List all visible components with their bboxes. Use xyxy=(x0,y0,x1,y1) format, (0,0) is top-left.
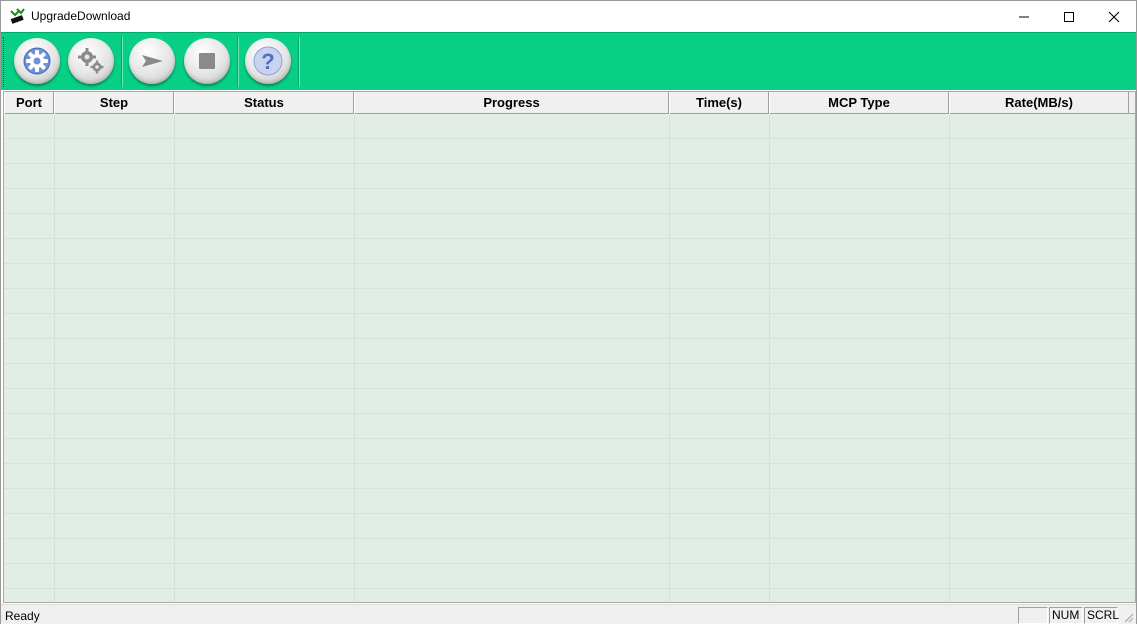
window-title: UpgradeDownload xyxy=(31,9,131,23)
help-icon: ? xyxy=(253,46,283,76)
column-header-mcp-type[interactable]: MCP Type xyxy=(769,92,949,114)
toolbar-separator xyxy=(237,37,239,87)
minimize-icon xyxy=(1019,16,1029,17)
minimize-button[interactable] xyxy=(1001,1,1047,32)
resize-grip-icon[interactable] xyxy=(1122,611,1134,623)
download-list[interactable]: Port Step Status Progress Time(s) MCP Ty… xyxy=(3,91,1136,603)
advanced-settings-button[interactable] xyxy=(68,38,114,84)
title-bar[interactable]: UpgradeDownload xyxy=(1,1,1136,32)
grid-column-line xyxy=(769,114,770,602)
grid-column-line xyxy=(949,114,950,602)
gears-icon xyxy=(78,48,104,74)
status-pane-scrl: SCRL xyxy=(1084,607,1119,624)
column-header-time[interactable]: Time(s) xyxy=(669,92,769,114)
gear-icon xyxy=(23,47,51,75)
start-button[interactable] xyxy=(129,38,175,84)
toolbar-grip[interactable] xyxy=(3,37,6,87)
help-button[interactable]: ? xyxy=(245,38,291,84)
stop-button[interactable] xyxy=(184,38,230,84)
settings-button[interactable] xyxy=(14,38,60,84)
column-header-step[interactable]: Step xyxy=(54,92,174,114)
toolbar-separator xyxy=(121,37,123,87)
status-bar: Ready NUM SCRL xyxy=(1,604,1136,624)
grid-column-line xyxy=(354,114,355,602)
close-icon xyxy=(1108,11,1120,22)
close-button[interactable] xyxy=(1091,1,1137,32)
status-text: Ready xyxy=(5,609,40,623)
maximize-icon xyxy=(1064,11,1074,22)
grid-column-line xyxy=(174,114,175,602)
play-icon xyxy=(142,55,163,67)
grid-column-line xyxy=(669,114,670,602)
toolbar: ? xyxy=(1,32,1136,90)
maximize-button[interactable] xyxy=(1046,1,1092,32)
stop-icon xyxy=(199,53,215,69)
app-logo-icon xyxy=(9,8,25,24)
status-pane-blank xyxy=(1018,607,1048,624)
list-header: Port Step Status Progress Time(s) MCP Ty… xyxy=(4,92,1135,114)
grid-column-line xyxy=(54,114,55,602)
column-header-rate[interactable]: Rate(MB/s) xyxy=(949,92,1129,114)
svg-text:?: ? xyxy=(261,49,274,74)
app-window: UpgradeDownload ? Port Step Status Progr… xyxy=(0,0,1137,624)
toolbar-separator xyxy=(298,37,300,87)
column-header-port[interactable]: Port xyxy=(4,92,54,114)
status-pane-num: NUM xyxy=(1049,607,1083,624)
column-header-status[interactable]: Status xyxy=(174,92,354,114)
column-header-progress[interactable]: Progress xyxy=(354,92,669,114)
